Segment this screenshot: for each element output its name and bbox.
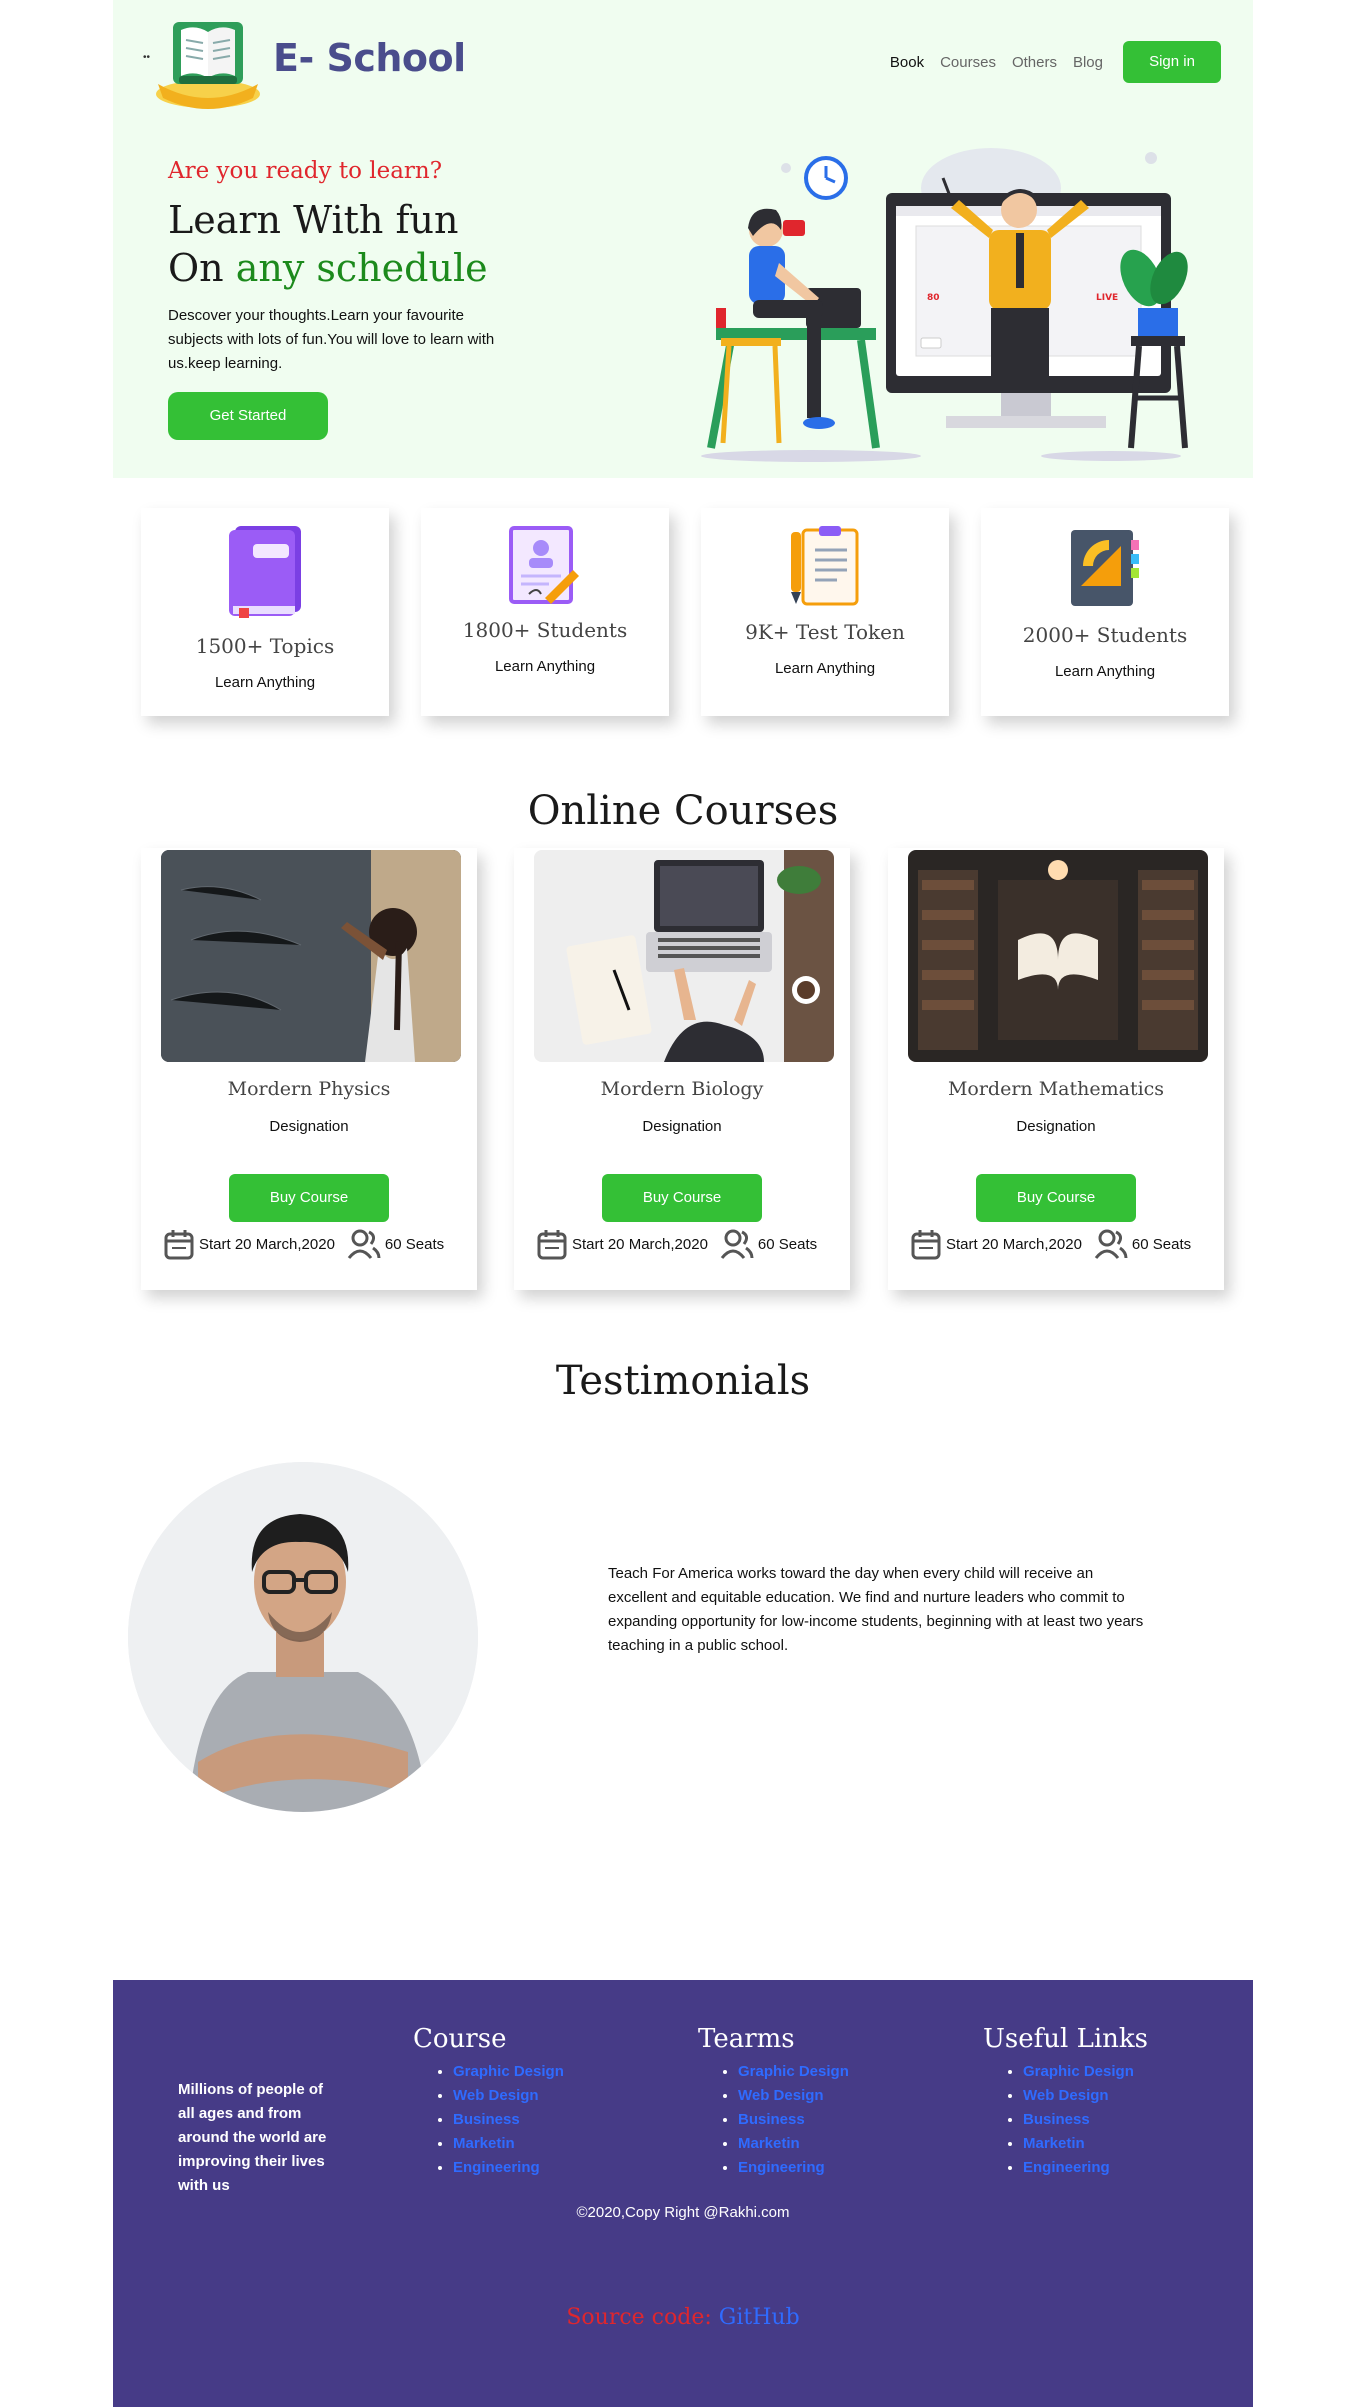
nav-blog[interactable]: Blog: [1073, 54, 1103, 71]
footer-link[interactable]: Business: [453, 2108, 564, 2132]
footer-column-terms: Tearms Graphic Design Web Design Busines…: [698, 2024, 849, 2180]
hero-title-highlight: any schedule: [235, 246, 488, 290]
hero-title: Learn With fun On any schedule: [168, 196, 488, 292]
footer-link[interactable]: Marketin: [738, 2132, 849, 2156]
nav-courses[interactable]: Courses: [940, 54, 996, 71]
course-image-biology[interactable]: [534, 850, 834, 1062]
footer-column-course: Course Graphic Design Web Design Busines…: [413, 2024, 564, 2180]
online-class-illustration: 80 LIVE: [701, 148, 1188, 462]
testimonial-avatar: [128, 1462, 478, 1812]
footer-link[interactable]: Graphic Design: [738, 2060, 849, 2084]
course-designation: Designation: [269, 1118, 349, 1135]
illustration-viewer-count: 80: [927, 293, 940, 303]
course-card: Mordern Mathematics Designation Buy Cour…: [888, 848, 1224, 1290]
footer-link[interactable]: Web Design: [453, 2084, 564, 2108]
footer-intro: Millions of people of all ages and from …: [178, 2081, 327, 2194]
illustration-live-badge: LIVE: [1096, 293, 1118, 303]
footer-column-useful-links: Useful Links Graphic Design Web Design B…: [983, 2024, 1148, 2180]
school-logo-icon[interactable]: [153, 12, 263, 112]
footer-link[interactable]: Graphic Design: [453, 2060, 564, 2084]
course-start-date: Start 20 March,2020: [946, 1235, 1082, 1253]
course-meta: Start 20 March,2020 60 Seats: [536, 1226, 836, 1262]
footer-link[interactable]: Marketin: [453, 2132, 564, 2156]
stat-subtitle: Learn Anything: [494, 658, 596, 675]
nav-book[interactable]: Book: [890, 54, 924, 71]
stat-card: 1800+ Students Learn Anything: [421, 508, 669, 716]
courses-section-title: Online Courses: [527, 788, 839, 834]
clipboard-icon: [791, 526, 859, 606]
course-meta: Start 20 March,2020 60 Seats: [910, 1226, 1210, 1262]
course-image-physics[interactable]: [161, 850, 461, 1062]
course-name: Mordern Biology: [600, 1078, 764, 1100]
nav-others[interactable]: Others: [1012, 54, 1057, 71]
footer-link[interactable]: Business: [738, 2108, 849, 2132]
course-designation: Designation: [1016, 1118, 1096, 1135]
hero-title-prefix: On: [168, 246, 236, 290]
users-icon: [1094, 1229, 1128, 1259]
get-started-button[interactable]: Get Started: [168, 392, 328, 440]
hero-section: •• E- School Book Courses Others Blog Si…: [113, 0, 1253, 478]
course-designation: Designation: [642, 1118, 722, 1135]
buy-course-button[interactable]: Buy Course: [976, 1174, 1136, 1222]
footer-link[interactable]: Engineering: [1023, 2156, 1148, 2180]
hero-subtitle: Are you ready to learn?: [168, 158, 443, 184]
hero-title-line1: Learn With fun: [168, 198, 459, 242]
buy-course-button[interactable]: Buy Course: [229, 1174, 389, 1222]
brand-name[interactable]: E- School: [273, 36, 466, 80]
course-card: Mordern Physics Designation Buy Course S…: [141, 848, 477, 1290]
stat-subtitle: Learn Anything: [214, 674, 316, 691]
book-icon: [229, 526, 301, 618]
calendar-icon: [911, 1230, 941, 1260]
github-link[interactable]: GitHub: [719, 2305, 800, 2330]
stat-subtitle: Learn Anything: [774, 660, 876, 677]
stat-title: 9K+ Test Token: [745, 620, 905, 644]
course-name: Mordern Physics: [227, 1078, 391, 1100]
main-nav: Book Courses Others Blog Sign in: [890, 41, 1221, 83]
stat-card: 9K+ Test Token Learn Anything: [701, 508, 949, 716]
course-seats: 60 Seats: [1131, 1235, 1192, 1253]
stat-title: 1500+ Topics: [195, 634, 335, 658]
source-code-label: Source code:: [566, 2305, 719, 2330]
footer-column-title: Tearms: [698, 2024, 795, 2054]
course-start-date: Start 20 March,2020: [199, 1235, 335, 1253]
footer-column-title: Course: [413, 2024, 507, 2054]
signin-button[interactable]: Sign in: [1123, 41, 1221, 83]
calendar-icon: [164, 1230, 194, 1260]
calendar-icon: [537, 1230, 567, 1260]
footer-link[interactable]: Engineering: [453, 2156, 564, 2180]
footer-link[interactable]: Marketin: [1023, 2132, 1148, 2156]
hero-description: Descover your thoughts.Learn your favour…: [168, 307, 495, 372]
footer-link[interactable]: Engineering: [738, 2156, 849, 2180]
course-meta: Start 20 March,2020 60 Seats: [163, 1226, 463, 1262]
footer-link[interactable]: Graphic Design: [1023, 2060, 1148, 2084]
users-icon: [720, 1229, 754, 1259]
course-seats: 60 Seats: [384, 1235, 445, 1253]
stat-card: 2000+ Students Learn Anything: [981, 508, 1229, 716]
source-code-line: Source code: GitHub: [113, 2305, 1253, 2330]
certificate-icon: [509, 526, 579, 604]
course-start-date: Start 20 March,2020: [572, 1235, 708, 1253]
footer-link[interactable]: Web Design: [738, 2084, 849, 2108]
menu-dots-icon: ••: [143, 52, 151, 63]
users-icon: [347, 1229, 381, 1259]
course-seats: 60 Seats: [757, 1235, 818, 1253]
course-image-mathematics[interactable]: [908, 850, 1208, 1062]
buy-course-button[interactable]: Buy Course: [602, 1174, 762, 1222]
footer: Millions of people of all ages and from …: [113, 1980, 1253, 2407]
testimonial-quote: Teach For America works toward the day w…: [608, 1565, 1144, 1654]
copyright: ©2020,Copy Right @Rakhi.com: [576, 2204, 790, 2221]
footer-column-title: Useful Links: [983, 2024, 1149, 2054]
course-card: Mordern Biology Designation Buy Course S…: [514, 848, 850, 1290]
stat-card: 1500+ Topics Learn Anything: [141, 508, 389, 716]
stat-title: 1800+ Students: [462, 618, 628, 642]
course-name: Mordern Mathematics: [947, 1078, 1165, 1100]
stat-title: 2000+ Students: [1022, 623, 1188, 647]
footer-link[interactable]: Business: [1023, 2108, 1148, 2132]
geometry-book-icon: [1071, 530, 1139, 606]
stat-subtitle: Learn Anything: [1054, 663, 1156, 680]
footer-link[interactable]: Web Design: [1023, 2084, 1148, 2108]
testimonials-section-title: Testimonials: [555, 1358, 811, 1404]
